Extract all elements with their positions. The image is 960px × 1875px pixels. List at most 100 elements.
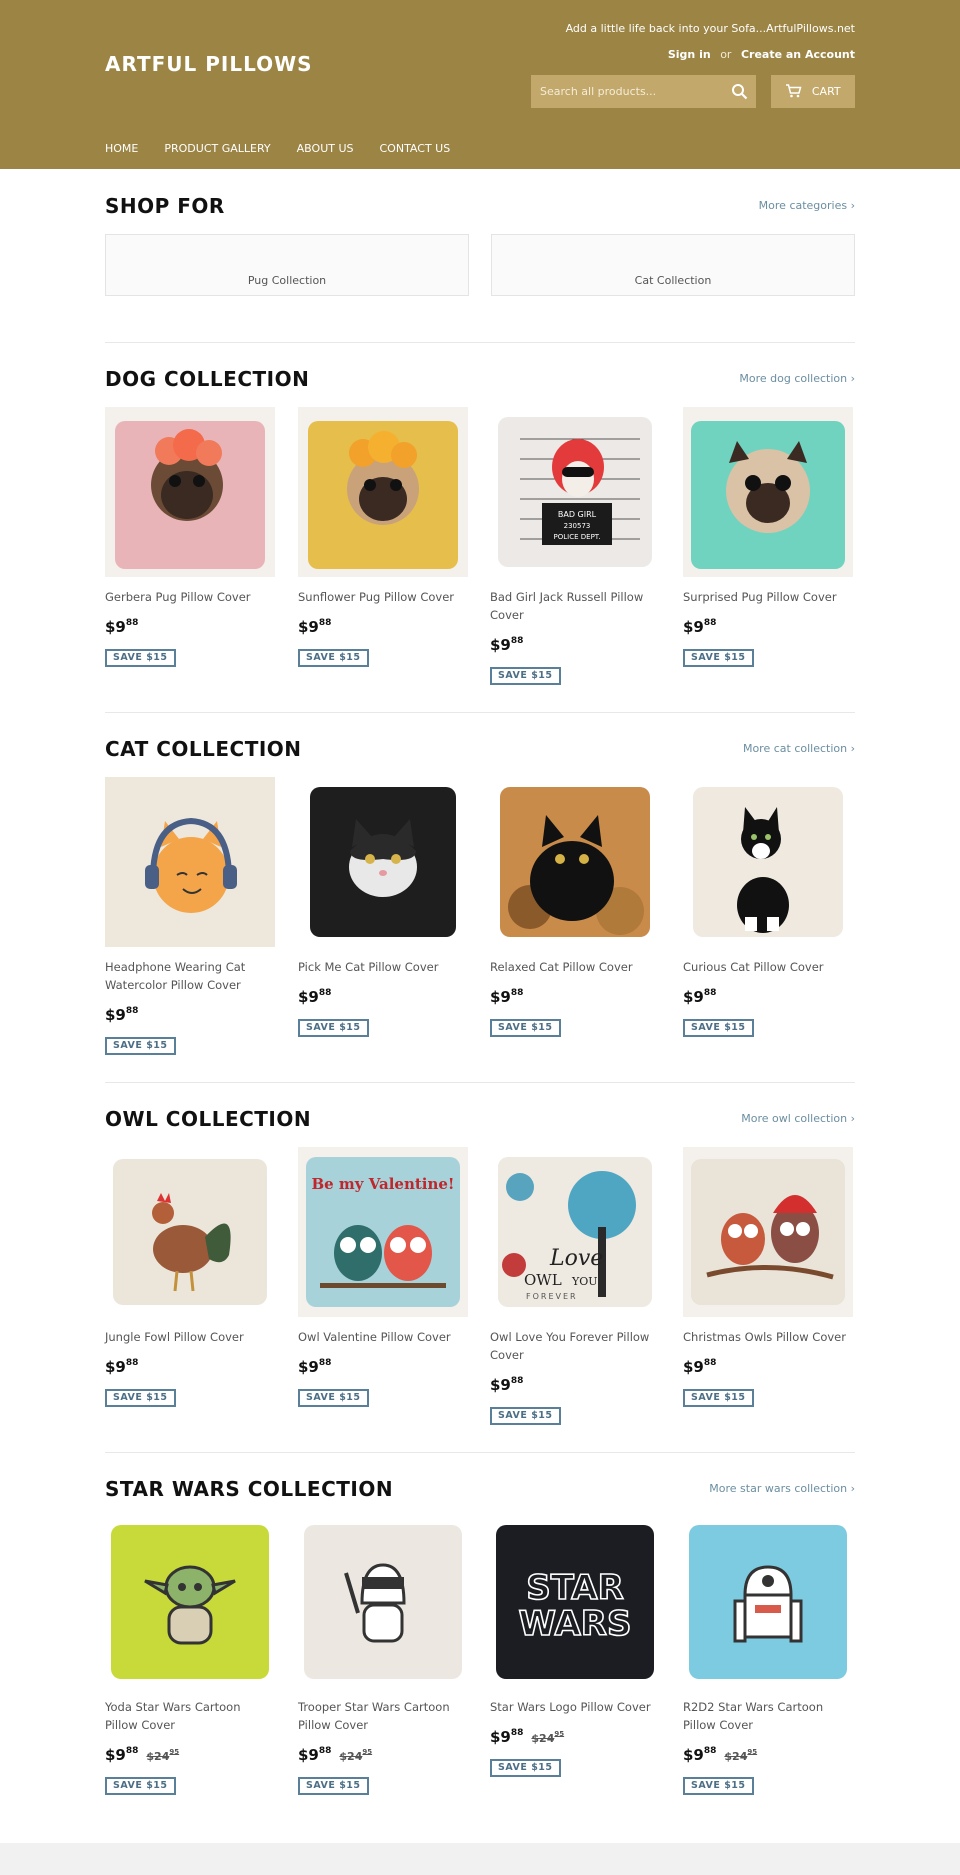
product-image-sunflower-pug[interactable] [298, 407, 468, 577]
site-logo[interactable]: ARTFUL PILLOWS [105, 52, 313, 76]
product-price: $988 $2495 [683, 1746, 758, 1764]
product-price: $988 $2495 [490, 1728, 565, 1746]
more-star-wars-link[interactable]: More star wars collection › [709, 1482, 855, 1495]
original-price: $2495 [724, 1748, 758, 1763]
product-title[interactable]: Bad Girl Jack Russell Pillow Cover [490, 588, 660, 624]
save-badge: SAVE $15 [105, 649, 176, 667]
save-badge: SAVE $15 [490, 667, 561, 685]
site-header: Add a little life back into your Sofa...… [0, 0, 960, 169]
product-image-owl-love[interactable]: Love OWL YOU FOREVER [490, 1147, 660, 1317]
product-price: $988 [105, 1358, 139, 1376]
more-dog-link[interactable]: More dog collection › [739, 372, 855, 385]
you-text: YOU [571, 1275, 598, 1288]
header-tagline: Add a little life back into your Sofa...… [565, 22, 855, 35]
product-title[interactable]: Pick Me Cat Pillow Cover [298, 958, 468, 976]
original-price: $2495 [531, 1730, 565, 1745]
nav-contact-us[interactable]: CONTACT US [380, 142, 451, 155]
product-title[interactable]: Yoda Star Wars Cartoon Pillow Cover [105, 1698, 275, 1734]
product-title[interactable]: Surprised Pug Pillow Cover [683, 588, 853, 606]
nav-product-gallery[interactable]: PRODUCT GALLERY [164, 142, 270, 155]
shop-for-title: SHOP FOR [105, 194, 225, 218]
search-input[interactable]: Search all products... [531, 75, 756, 108]
more-categories-link[interactable]: More categories › [759, 199, 855, 212]
search-icon[interactable] [731, 83, 748, 100]
wars-text: WARS [519, 1604, 632, 1644]
product-image-star-wars-logo[interactable]: STAR WARS [490, 1517, 660, 1687]
product-image-gerbera-pug[interactable] [105, 407, 275, 577]
product-title[interactable]: Jungle Fowl Pillow Cover [105, 1328, 275, 1346]
save-badge: SAVE $15 [105, 1389, 176, 1407]
account-links: Sign in or Create an Account [668, 48, 855, 61]
section-divider [105, 1452, 855, 1453]
nav-home[interactable]: HOME [105, 142, 138, 155]
save-badge: SAVE $15 [490, 1407, 561, 1425]
product-image-headphone-cat[interactable] [105, 777, 275, 947]
save-badge: SAVE $15 [298, 1777, 369, 1795]
owl-text: OWL [524, 1271, 562, 1289]
product-image-pick-me-cat[interactable] [298, 777, 468, 947]
create-account-link[interactable]: Create an Account [741, 48, 855, 61]
cart-label: CART [811, 85, 841, 98]
original-price: $2495 [146, 1748, 180, 1763]
product-image-christmas-owls[interactable] [683, 1147, 853, 1317]
sign-in-link[interactable]: Sign in [668, 48, 711, 61]
section-divider [105, 342, 855, 343]
product-title[interactable]: Trooper Star Wars Cartoon Pillow Cover [298, 1698, 468, 1734]
valentine-text: Be my Valentine! [311, 1175, 454, 1193]
category-card-pug[interactable]: Pug Collection [105, 234, 469, 296]
more-cat-link[interactable]: More cat collection › [743, 742, 855, 755]
save-badge: SAVE $15 [683, 649, 754, 667]
product-title[interactable]: Sunflower Pug Pillow Cover [298, 588, 468, 606]
section-divider [105, 1082, 855, 1083]
product-price: $988 [105, 618, 139, 636]
save-badge: SAVE $15 [105, 1037, 176, 1055]
product-price: $988 [490, 636, 524, 654]
product-image-relaxed-cat[interactable] [490, 777, 660, 947]
save-badge: SAVE $15 [105, 1777, 176, 1795]
product-image-yoda[interactable] [105, 1517, 275, 1687]
mugshot-number: 230573 [564, 522, 591, 530]
main-nav: HOME PRODUCT GALLERY ABOUT US CONTACT US [105, 142, 450, 155]
cart-button[interactable]: CART [771, 75, 855, 108]
product-price: $988 [298, 618, 332, 636]
product-price: $988 [105, 1006, 139, 1024]
category-label: Pug Collection [247, 274, 327, 287]
product-image-r2d2[interactable] [683, 1517, 853, 1687]
category-label: Cat Collection [634, 274, 712, 287]
product-image-surprised-pug[interactable] [683, 407, 853, 577]
product-image-jungle-fowl[interactable] [105, 1147, 275, 1317]
section-divider [105, 712, 855, 713]
star-text: STAR [526, 1568, 624, 1608]
more-owl-link[interactable]: More owl collection › [741, 1112, 855, 1125]
product-price: $988 [683, 988, 717, 1006]
product-title[interactable]: Gerbera Pug Pillow Cover [105, 588, 275, 606]
product-price: $988 [298, 1358, 332, 1376]
product-image-owl-valentine[interactable]: Be my Valentine! [298, 1147, 468, 1317]
forever-text: FOREVER [526, 1292, 578, 1301]
product-title[interactable]: Owl Valentine Pillow Cover [298, 1328, 468, 1346]
product-title[interactable]: Christmas Owls Pillow Cover [683, 1328, 853, 1346]
product-image-bad-girl-dog[interactable]: BAD GIRL 230573 POLICE DEPT. [490, 407, 660, 577]
product-image-trooper[interactable] [298, 1517, 468, 1687]
product-title[interactable]: Star Wars Logo Pillow Cover [490, 1698, 660, 1716]
product-price: $988 [490, 988, 524, 1006]
footer [0, 1843, 960, 1875]
product-price: $988 $2495 [105, 1746, 180, 1764]
save-badge: SAVE $15 [490, 1019, 561, 1037]
original-price: $2495 [339, 1748, 373, 1763]
product-title[interactable]: Owl Love You Forever Pillow Cover [490, 1328, 660, 1364]
mugshot-text: BAD GIRL [558, 510, 597, 519]
cart-icon [786, 83, 802, 97]
nav-about-us[interactable]: ABOUT US [297, 142, 354, 155]
product-title[interactable]: Headphone Wearing Cat Watercolor Pillow … [105, 958, 275, 994]
save-badge: SAVE $15 [683, 1777, 754, 1795]
owl-collection-title: OWL COLLECTION [105, 1107, 312, 1131]
star-wars-collection-title: STAR WARS COLLECTION [105, 1477, 394, 1501]
product-price: $988 [683, 618, 717, 636]
product-title[interactable]: R2D2 Star Wars Cartoon Pillow Cover [683, 1698, 853, 1734]
product-title[interactable]: Curious Cat Pillow Cover [683, 958, 853, 976]
dog-collection-title: DOG COLLECTION [105, 367, 310, 391]
product-title[interactable]: Relaxed Cat Pillow Cover [490, 958, 660, 976]
product-image-curious-cat[interactable] [683, 777, 853, 947]
category-card-cat[interactable]: Cat Collection [491, 234, 855, 296]
